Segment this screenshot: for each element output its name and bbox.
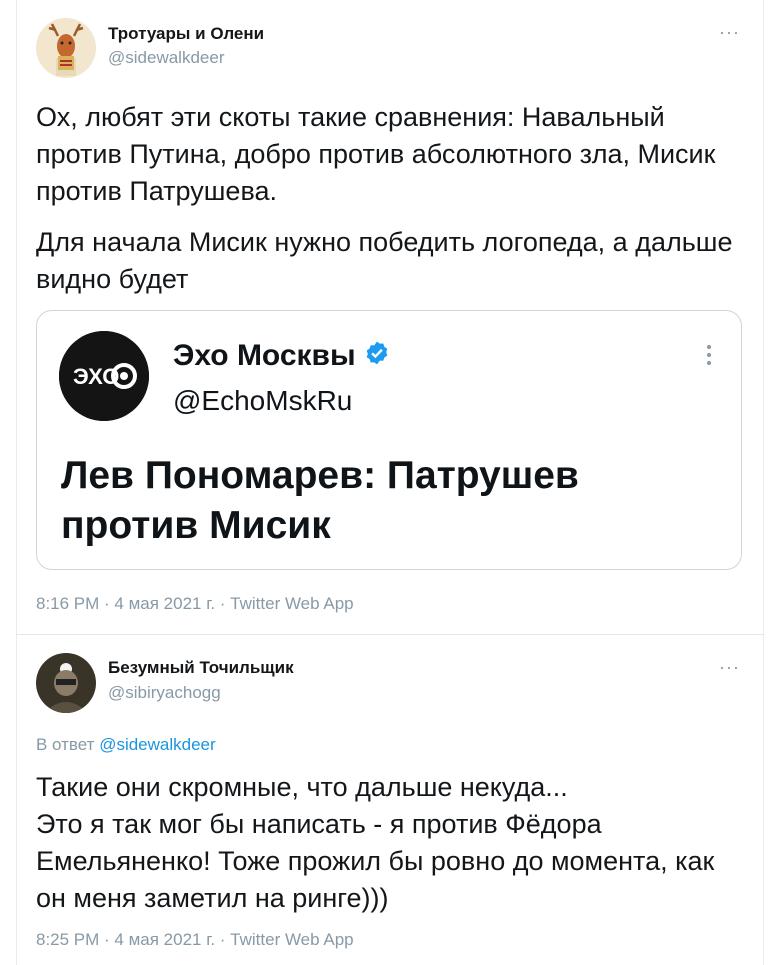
quoted-author-handle[interactable]: @EchoMskRu <box>173 385 352 417</box>
tweet-timestamp[interactable]: 8:16 PM · 4 мая 2021 г. · Twitter Web Ap… <box>36 594 354 614</box>
tweet-text-paragraph-2: Для начала Мисик нужно победить логопеда… <box>36 227 733 294</box>
more-options-icon[interactable]: ··· <box>719 657 740 678</box>
quoted-tweet-text: Лев Пономарев: Патрушев против Мисик <box>61 454 579 547</box>
quoted-more-icon[interactable] <box>707 345 713 369</box>
more-options-icon[interactable]: ··· <box>719 22 740 43</box>
tweet[interactable]: Безумный Точильщик @sibiryachogg ··· В о… <box>16 635 764 965</box>
avatar[interactable] <box>36 653 96 713</box>
author-name[interactable]: Тротуары и Олени <box>108 24 264 44</box>
quoted-author-name-text: Эхо Москвы <box>173 339 356 372</box>
quoted-tweet[interactable]: ЭХО Эхо Москвы @EchoMskRu Лев Пономарев:… <box>36 310 742 570</box>
reply-context: В ответ @sidewalkdeer <box>36 735 216 755</box>
quoted-author-name[interactable]: Эхо Москвы <box>173 339 390 374</box>
reply-prefix: В ответ <box>36 735 95 754</box>
echo-moskvy-logo: ЭХО <box>59 331 149 421</box>
person-avatar-icon <box>36 653 96 713</box>
verified-badge-icon <box>364 340 390 374</box>
tweet[interactable]: Тротуары и Олени @sidewalkdeer ··· Ох, л… <box>16 0 764 634</box>
deer-avatar-icon <box>36 18 96 78</box>
tweet-text: Такие они скромные, что дальше некуда...… <box>36 772 715 913</box>
reply-mention-link[interactable]: @sidewalkdeer <box>99 735 215 754</box>
avatar[interactable] <box>36 18 96 78</box>
tweet-text-paragraph-1: Ох, любят эти скоты такие сравнения: Нав… <box>36 102 716 206</box>
tweet-timestamp[interactable]: 8:25 PM · 4 мая 2021 г. · Twitter Web Ap… <box>36 930 354 950</box>
author-handle[interactable]: @sibiryachogg <box>108 683 221 703</box>
radio-logo-icon: ЭХО <box>59 331 149 421</box>
author-handle[interactable]: @sidewalkdeer <box>108 48 224 68</box>
author-name[interactable]: Безумный Точильщик <box>108 658 294 678</box>
